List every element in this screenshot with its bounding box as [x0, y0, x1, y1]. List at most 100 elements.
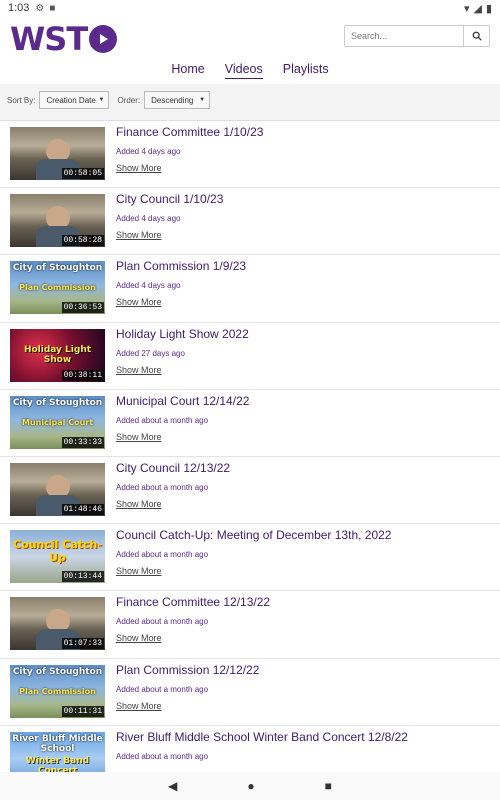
video-item[interactable]: 01:07:33 Finance Committee 12/13/22 Added …	[0, 591, 500, 659]
show-more-link[interactable]: Show More	[116, 432, 162, 442]
video-added-date: Added about a month ago	[116, 617, 209, 627]
video-title[interactable]: Council Catch-Up: Meeting of December 13…	[116, 528, 391, 542]
show-more-link[interactable]: Show More	[116, 297, 162, 307]
video-duration: 00:36:53	[61, 302, 104, 314]
thumbnail-caption-text: Winter Band Concert	[25, 755, 90, 772]
thumbnail-header-text: City of Stoughton	[12, 263, 103, 274]
video-title[interactable]: Holiday Light Show 2022	[116, 327, 249, 341]
video-thumbnail[interactable]: 01:07:33	[10, 597, 105, 651]
video-title[interactable]: City Council 1/10/23	[116, 192, 223, 206]
video-item[interactable]: 00:58:28 City Council 1/10/23 Added 4 days…	[0, 188, 500, 256]
video-duration: 00:58:05	[61, 168, 104, 179]
video-thumbnail[interactable]: 01:48:46	[10, 462, 105, 516]
video-added-date: Added about a month ago	[116, 482, 209, 492]
video-thumbnail[interactable]: Holiday Light Show 00:38:11	[10, 328, 105, 382]
thumbnail-header-text: River Bluff Middle School	[12, 733, 103, 754]
video-added-date: Added 4 days ago	[116, 214, 181, 224]
video-item[interactable]: Holiday Light Show 00:38:11 Holiday Light …	[0, 322, 500, 390]
recents-icon[interactable]: ■	[325, 779, 332, 793]
show-more-link[interactable]: Show More	[116, 701, 162, 711]
video-duration: 01:07:33	[61, 638, 104, 650]
search-box	[344, 25, 490, 47]
sort-by-value: Creation Date	[46, 95, 96, 105]
nav-playlists[interactable]: Playlists	[283, 62, 329, 79]
video-added-date: Added about a month ago	[116, 550, 209, 560]
search-input[interactable]	[345, 26, 463, 46]
video-thumbnail[interactable]: Council Catch-Up 00:13:44	[10, 530, 105, 584]
dropdown-arrow-icon: ▼	[199, 97, 206, 103]
show-more-link[interactable]: Show More	[116, 566, 162, 576]
status-bar: 1:03 ⚙ ■ ▾ ◢ ▮	[0, 0, 500, 16]
home-icon[interactable]: ●	[247, 779, 254, 793]
video-added-date: Added 4 days ago	[116, 281, 181, 291]
dropdown-arrow-icon: ▼	[98, 97, 105, 103]
thumbnail-caption-text: Plan Commission	[19, 686, 96, 696]
video-thumbnail[interactable]: City of Stoughton Plan Commission 00:36:53	[10, 261, 105, 315]
video-duration: 00:13:44	[61, 571, 104, 583]
video-title[interactable]: River Bluff Middle School Winter Band Co…	[116, 730, 408, 744]
thumbnail-header-text: City of Stoughton	[12, 397, 103, 408]
video-added-date: Added 4 days ago	[116, 147, 181, 156]
show-more-link[interactable]: Show More	[116, 365, 162, 375]
video-duration: 00:11:31	[61, 705, 104, 717]
sort-by-select[interactable]: Creation Date ▼	[39, 91, 110, 109]
video-title[interactable]: City Council 12/13/22	[116, 461, 230, 475]
order-select[interactable]: Descending ▼	[144, 91, 211, 109]
nav-home[interactable]: Home	[171, 62, 204, 79]
show-more-link[interactable]: Show More	[116, 499, 162, 509]
video-title[interactable]: Plan Commission 12/12/22	[116, 663, 259, 677]
video-duration: 00:58:28	[61, 235, 104, 247]
show-more-link[interactable]: Show More	[116, 633, 162, 643]
android-nav-bar: ◀ ● ■	[0, 772, 500, 800]
back-icon[interactable]: ◀	[168, 779, 177, 793]
video-added-date: Added about a month ago	[116, 684, 209, 694]
wifi-icon: ▾	[463, 2, 470, 15]
signal-icon: ◢	[473, 2, 482, 15]
video-title[interactable]: Finance Committee 1/10/23	[116, 125, 263, 139]
video-added-date: Added about a month ago	[116, 415, 209, 425]
thumbnail-caption-text: Plan Commission	[19, 283, 96, 293]
video-thumbnail[interactable]: 00:58:05	[10, 127, 105, 180]
nav-videos[interactable]: Videos	[224, 62, 263, 79]
video-duration: 00:38:11	[61, 369, 104, 381]
video-added-date: Added about a month ago	[116, 751, 209, 761]
video-item[interactable]: Council Catch-Up 00:13:44 Council Catch-Up…	[0, 524, 500, 592]
sort-bar: Sort By: Creation Date ▼ Order: Descendi…	[0, 84, 500, 116]
video-duration: 00:33:33	[61, 436, 104, 448]
logo-play-icon	[89, 25, 118, 53]
thumbnail-caption-text: Holiday Light Show	[23, 344, 92, 365]
show-more-link[interactable]: Show More	[116, 163, 162, 173]
video-item[interactable]: River Bluff Middle School Winter Band Con…	[0, 725, 500, 772]
video-item[interactable]: City of Stoughton Plan Commission 00:36:53…	[0, 255, 500, 323]
sort-by-label: Sort By:	[7, 95, 36, 105]
video-thumbnail[interactable]: City of Stoughton Plan Commission 00:11:31	[10, 664, 105, 718]
video-thumbnail[interactable]: 00:58:28	[10, 194, 105, 248]
site-header: WST Home Videos Playlists	[0, 16, 500, 84]
search-icon	[472, 31, 482, 41]
wsto-logo[interactable]: WST	[10, 20, 118, 58]
video-title[interactable]: Finance Committee 12/13/22	[116, 595, 270, 609]
thumbnail-header-text: City of Stoughton	[12, 666, 103, 677]
video-thumbnail[interactable]: City of Stoughton Municipal Court 00:33:33	[10, 395, 105, 449]
logo-text: WST	[10, 20, 88, 58]
order-label: Order:	[117, 95, 141, 105]
video-item[interactable]: City of Stoughton Municipal Court 00:33:33…	[0, 389, 500, 457]
video-thumbnail[interactable]: River Bluff Middle School Winter Band Con…	[10, 731, 105, 772]
thumbnail-caption-text: Council Catch-Up	[13, 538, 102, 565]
square-status-icon: ■	[49, 2, 56, 14]
video-added-date: Added 27 days ago	[116, 348, 185, 358]
show-more-link[interactable]: Show More	[116, 230, 162, 240]
video-duration: 01:48:46	[61, 503, 104, 515]
video-item[interactable]: City of Stoughton Plan Commission 00:11:31…	[0, 658, 500, 726]
settings-status-icon: ⚙	[35, 2, 45, 14]
video-list: 00:58:05 Finance Committee 1/10/23 Added 4…	[0, 120, 500, 772]
video-item[interactable]: 01:48:46 City Council 12/13/22 Added about…	[0, 456, 500, 525]
video-item[interactable]: 00:58:05 Finance Committee 1/10/23 Added 4…	[0, 121, 500, 189]
battery-icon: ▮	[485, 2, 492, 15]
search-button[interactable]	[463, 26, 489, 46]
status-time: 1:03	[8, 2, 30, 14]
video-title[interactable]: Municipal Court 12/14/22	[116, 394, 249, 408]
main-nav: Home Videos Playlists	[0, 62, 500, 79]
order-value: Descending	[151, 95, 194, 105]
video-title[interactable]: Plan Commission 1/9/23	[116, 259, 246, 273]
